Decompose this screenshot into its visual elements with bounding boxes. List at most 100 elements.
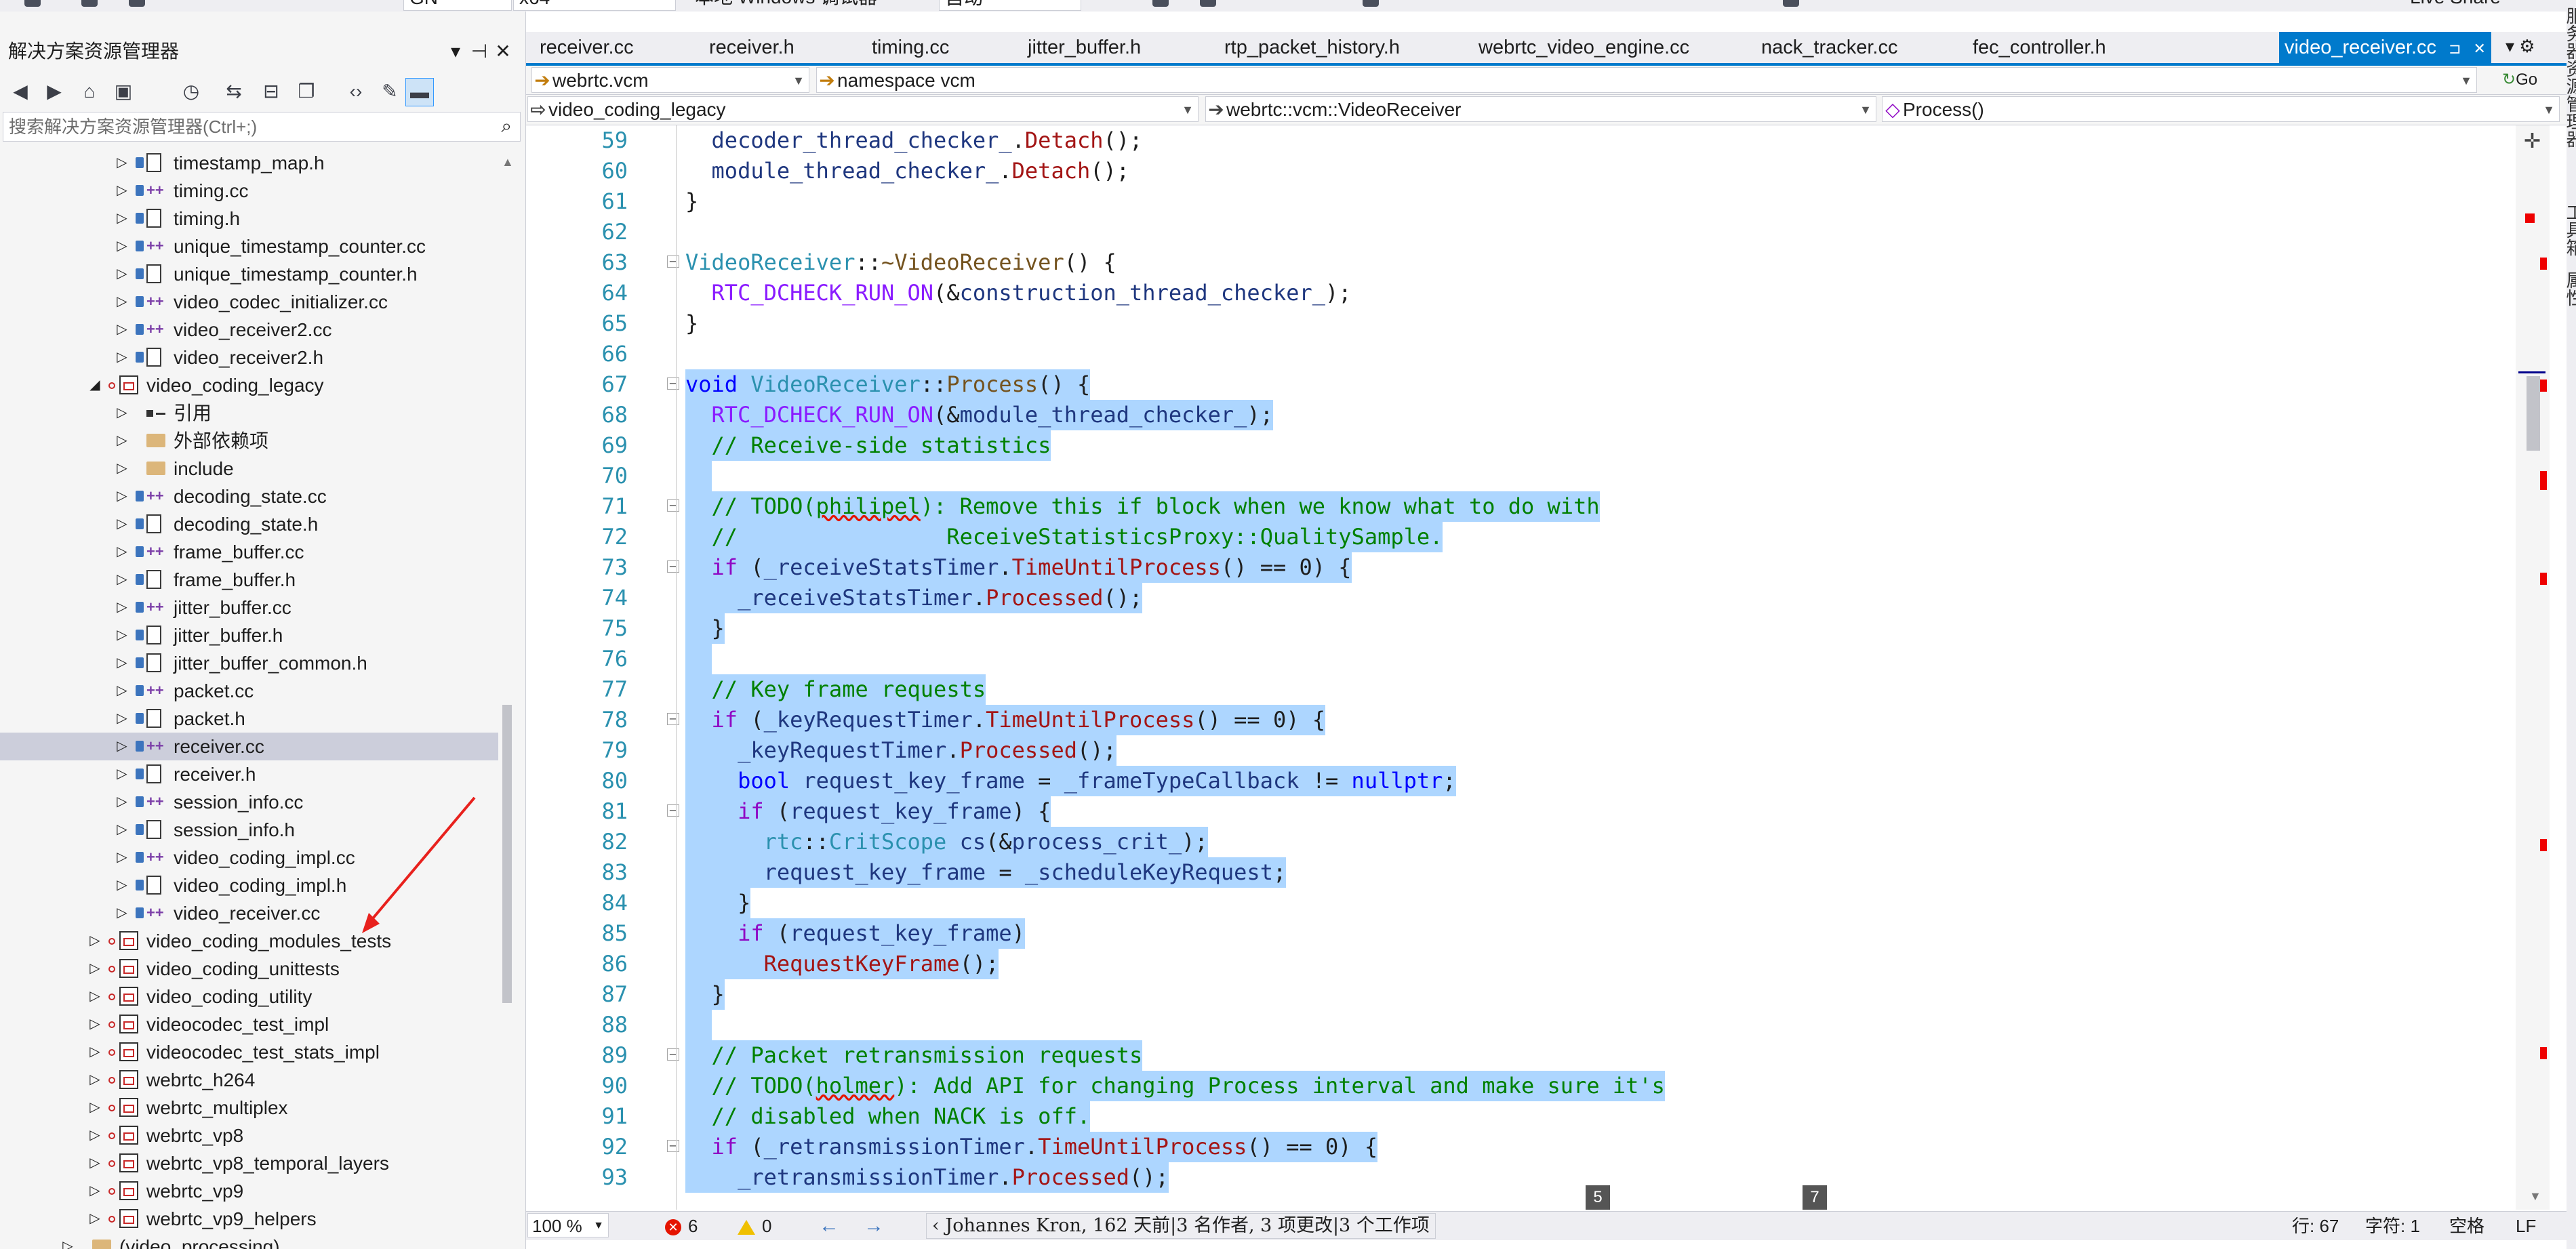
fold-toggle-icon[interactable]: − [667, 255, 679, 268]
code-line[interactable]: 70 [526, 461, 2533, 491]
code-line[interactable]: 63 − VideoReceiver::~VideoReceiver() { [526, 247, 2533, 278]
sync-icon[interactable]: ⇆ [220, 78, 247, 105]
code-line[interactable]: 93 _retransmissionTimer.Processed(); [526, 1162, 2533, 1193]
tree-project-item[interactable]: ▷ webrtc_vp9 [0, 1177, 498, 1205]
expand-arrow-icon[interactable]: ▷ [87, 955, 103, 983]
tree-item[interactable]: ▷ unique_timestamp_counter.h [0, 260, 498, 288]
code-line[interactable]: 74 _receiveStatsTimer.Processed(); [526, 583, 2533, 613]
code-line[interactable]: 65} [526, 308, 2533, 339]
tree-item[interactable]: ▷ ++ receiver.cc [0, 733, 498, 760]
toolbar-icon[interactable] [1200, 0, 1216, 7]
tree-item[interactable]: ▷ decoding_state.h [0, 510, 498, 538]
scroll-up-icon[interactable]: ▲ [502, 155, 514, 169]
editor-vertical-scrollbar[interactable]: ✛ ▼ [2516, 125, 2550, 1210]
expand-arrow-icon[interactable]: ▷ [87, 1149, 103, 1177]
document-tab[interactable]: video_receiver.cc ⊐ ✕ [2279, 32, 2491, 63]
solution-config-combo[interactable]: GN [403, 0, 512, 11]
scrollbar-thumb[interactable] [502, 705, 512, 1003]
whitespace-indicator[interactable]: 空格 [2449, 1212, 2484, 1240]
tree-item[interactable]: ▷ timing.h [0, 205, 498, 232]
expand-arrow-icon[interactable]: ▷ [114, 288, 130, 316]
pin-tab-icon[interactable]: ⊐ [2449, 40, 2461, 57]
toolbar-icon[interactable] [1363, 0, 1379, 7]
tree-item[interactable]: ▷ 外部依赖项 [0, 427, 498, 455]
solution-search-input[interactable]: 搜索解决方案资源管理器(Ctrl+;) ⌕ [3, 112, 521, 142]
forward-icon[interactable]: ▶ [41, 78, 68, 105]
expand-arrow-icon[interactable]: ▷ [114, 344, 130, 371]
project-combo[interactable]: ➔ webrtc.vcm ▼ [531, 67, 809, 93]
side-tool-tab[interactable]: 服务器资源管理器 [2554, 7, 2576, 148]
tree-project-item[interactable]: ▷ video_coding_unittests [0, 955, 498, 983]
document-tab[interactable]: jitter_buffer.h [1028, 32, 1141, 63]
code-line[interactable]: 83 request_key_frame = _scheduleKeyReque… [526, 857, 2533, 888]
document-tab[interactable]: rtp_packet_history.h [1224, 32, 1400, 63]
tree-item[interactable]: ▷ ++ video_receiver2.cc [0, 316, 498, 344]
zoom-combo[interactable]: 100 % ▼ [527, 1213, 609, 1237]
code-line[interactable]: 68 RTC_DCHECK_RUN_ON(&module_thread_chec… [526, 400, 2533, 430]
member-scope-combo[interactable]: ◇ Process() ▼ [1882, 96, 2560, 122]
expand-arrow-icon[interactable]: ▷ [114, 205, 130, 232]
expand-arrow-icon[interactable]: ▷ [114, 455, 130, 483]
line-ending-indicator[interactable]: LF [2516, 1212, 2536, 1240]
fold-toggle-icon[interactable]: − [667, 560, 679, 573]
fold-toggle-icon[interactable]: − [667, 1140, 679, 1152]
view-code-icon[interactable]: ‹› [342, 78, 369, 105]
collapse-arrow-icon[interactable]: ◢ [87, 371, 103, 399]
expand-arrow-icon[interactable]: ▷ [114, 566, 130, 594]
code-line[interactable]: 66 [526, 339, 2533, 369]
switch-views-icon[interactable]: ▣ [110, 78, 137, 105]
expand-arrow-icon[interactable]: ▷ [114, 483, 130, 510]
expand-arrow-icon[interactable]: ▷ [114, 705, 130, 733]
bookmark-icon[interactable] [1783, 0, 1799, 7]
document-tab[interactable]: receiver.h [709, 32, 794, 63]
toolbar-icon[interactable] [1152, 0, 1169, 7]
expand-arrow-icon[interactable]: ▷ [87, 1122, 103, 1149]
document-tab[interactable]: webrtc_video_engine.cc [1478, 32, 1689, 63]
code-line[interactable]: 91 // disabled when NACK is off. [526, 1101, 2533, 1132]
code-line[interactable]: 75 } [526, 613, 2533, 644]
document-tab[interactable]: timing.cc [872, 32, 949, 63]
expand-arrow-icon[interactable]: ▷ [87, 1205, 103, 1233]
expand-arrow-icon[interactable]: ▷ [114, 427, 130, 455]
expand-arrow-icon[interactable]: ▷ [114, 816, 130, 844]
code-line[interactable]: 60 module_thread_checker_.Detach(); [526, 156, 2533, 186]
navigate-back-icon[interactable]: ← [819, 1212, 839, 1240]
warning-count[interactable]: 0 [738, 1212, 771, 1240]
tree-item[interactable]: ▷ jitter_buffer.h [0, 621, 498, 649]
expand-arrow-icon[interactable]: ▷ [114, 594, 130, 621]
go-button[interactable]: ↻Go [2502, 67, 2537, 93]
preview-selected-icon[interactable]: ▬ [405, 78, 434, 106]
expand-arrow-icon[interactable]: ▷ [114, 316, 130, 344]
solution-scrollbar[interactable] [499, 149, 515, 1247]
expand-arrow-icon[interactable]: ▷ [87, 1066, 103, 1094]
close-icon[interactable]: ✕ [491, 37, 515, 66]
scroll-down-icon[interactable]: ▼ [2529, 1189, 2541, 1204]
code-line[interactable]: 82 rtc::CritScope cs(&process_crit_); [526, 827, 2533, 857]
expand-arrow-icon[interactable]: ▷ [114, 788, 130, 816]
namespace-combo[interactable]: ➔ namespace vcm ▼ [816, 67, 2477, 93]
expand-arrow-icon[interactable]: ▷ [87, 927, 103, 955]
tree-project-item[interactable]: ▷ webrtc_vp8_temporal_layers [0, 1149, 498, 1177]
expand-arrow-icon[interactable]: ▷ [87, 1094, 103, 1122]
code-line[interactable]: 84 } [526, 888, 2533, 918]
tree-project-item[interactable]: ▷ webrtc_h264 [0, 1066, 498, 1094]
tree-project-item[interactable]: ▷ video_coding_utility [0, 983, 498, 1010]
code-line[interactable]: 69 // Receive-side statistics [526, 430, 2533, 461]
code-text-area[interactable]: 59 decoder_thread_checker_.Detach(); 60 m… [526, 125, 2533, 1210]
tree-project-item[interactable]: ▷ videocodec_test_stats_impl [0, 1038, 498, 1066]
auto-combo[interactable]: 自动 [939, 0, 1081, 11]
save-icon[interactable] [129, 0, 145, 7]
tree-item[interactable]: ▷ ++ jitter_buffer.cc [0, 594, 498, 621]
code-line[interactable]: 89 − // Packet retransmission requests [526, 1040, 2533, 1071]
file-scope-combo[interactable]: ⇨ video_coding_legacy ▼ [527, 96, 1199, 122]
undo-icon[interactable] [24, 0, 41, 7]
properties-icon[interactable]: ✎ [376, 78, 403, 105]
expand-arrow-icon[interactable]: ▷ [114, 149, 130, 177]
side-tool-tab[interactable]: 属性 [2554, 271, 2576, 306]
code-line[interactable]: 76 [526, 644, 2533, 674]
fold-toggle-icon[interactable]: − [667, 804, 679, 817]
code-line[interactable]: 90 // TODO(holmer): Add API for changing… [526, 1071, 2533, 1101]
tree-item[interactable]: ▷ 引用 [0, 399, 498, 427]
code-line[interactable]: 71 − // TODO(philipel): Remove this if bl… [526, 491, 2533, 522]
code-line[interactable]: 73 − if (_receiveStatsTimer.TimeUntilProc… [526, 552, 2533, 583]
